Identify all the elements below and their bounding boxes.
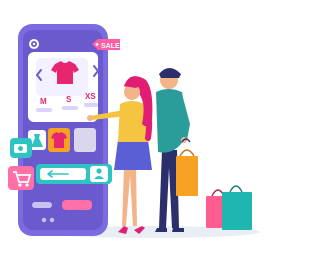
camera-icon: [14, 144, 27, 153]
dot-indicator: [41, 217, 47, 223]
bag-orange: [176, 138, 198, 196]
side-button-pink[interactable]: [8, 166, 34, 190]
shopping-app-illustration: M S XS SALE: [8, 24, 260, 238]
size-label-s[interactable]: S: [66, 95, 72, 104]
grey-tile[interactable]: [74, 128, 96, 152]
bottom-bar-left: [32, 202, 52, 208]
size-label-m[interactable]: M: [40, 97, 47, 106]
sale-tag-text: SALE: [101, 43, 120, 50]
dot-indicator: [49, 217, 55, 223]
user-button[interactable]: [90, 166, 108, 182]
size-label-xs[interactable]: XS: [85, 92, 96, 101]
bag-teal: [222, 185, 252, 230]
bottom-bar-button[interactable]: [62, 200, 92, 210]
phone: M S XS: [8, 24, 112, 236]
